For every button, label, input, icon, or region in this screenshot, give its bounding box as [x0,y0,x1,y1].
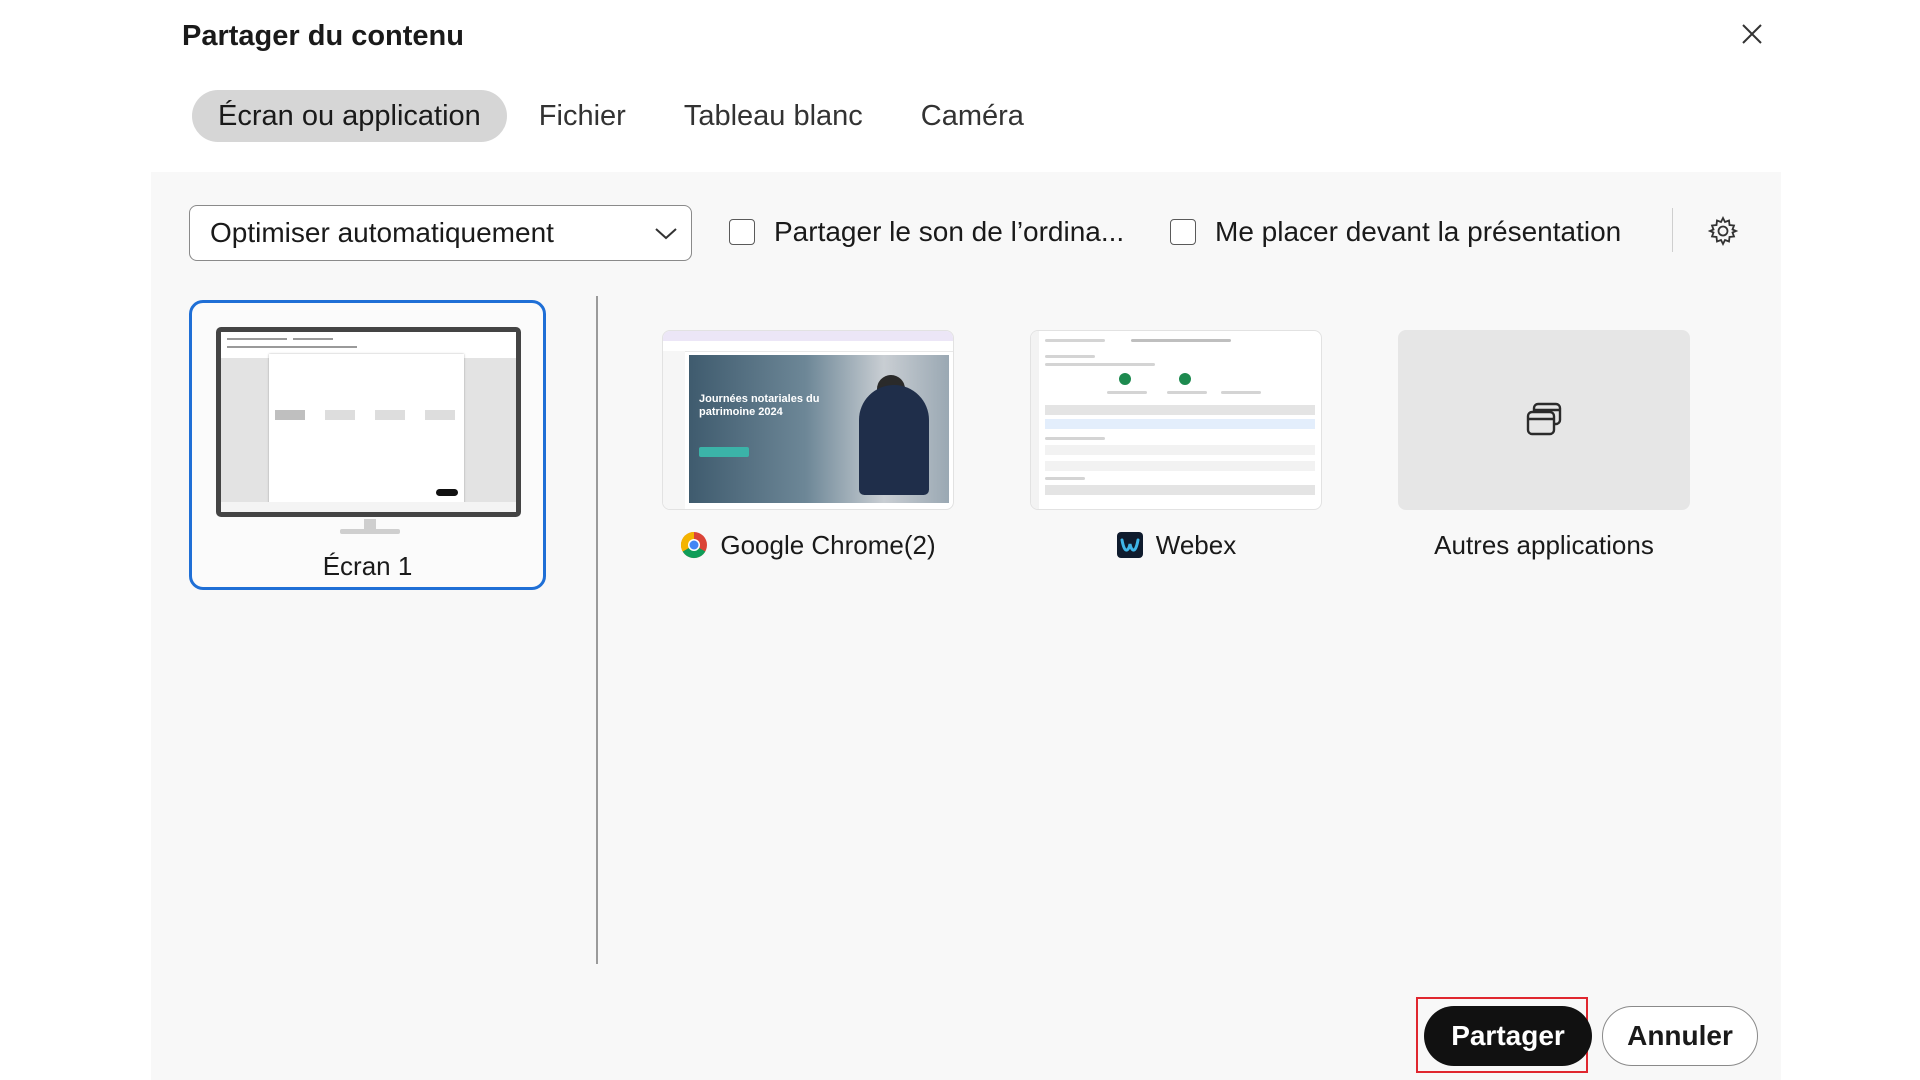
settings-button[interactable] [1706,214,1740,248]
chevron-down-icon [655,228,677,240]
chrome-icon [681,531,708,559]
app-other-applications[interactable]: Autres applications [1398,330,1690,562]
share-computer-sound-checkbox[interactable]: Partager le son de l’ordina... [729,214,1124,250]
tab-whiteboard[interactable]: Tableau blanc [658,90,889,142]
windows-stack-icon [1526,402,1562,436]
chrome-preview: Journées notariales du patrimoine 2024 [662,330,954,510]
optimize-select[interactable]: Optimiser automatiquement [189,205,692,261]
share-sound-label: Partager le son de l’ordina... [774,216,1125,247]
cancel-button[interactable]: Annuler [1602,1006,1758,1066]
webex-icon [1116,532,1143,558]
screen-1-preview [216,327,521,517]
app-google-chrome[interactable]: Journées notariales du patrimoine 2024 G… [662,330,954,562]
screen-1-label: Écran 1 [322,551,413,581]
chrome-label: Google Chrome(2) [720,529,936,560]
place-in-front-checkbox[interactable]: Me placer devant la présentation [1170,214,1621,250]
chrome-preview-title: Journées notariales du patrimoine 2024 [699,393,820,418]
app-webex[interactable]: Webex [1030,330,1322,562]
place-in-front-label: Me placer devant la présentation [1215,216,1622,247]
monitor-stand [364,519,376,529]
sources-divider [596,296,598,964]
tab-camera[interactable]: Caméra [895,90,1050,142]
other-applications-label: Autres applications [1434,529,1654,560]
webex-preview [1030,330,1322,510]
share-content-dialog: Partager du contenu Écran ou application… [0,0,1920,1080]
monitor-base [340,529,400,534]
tab-file[interactable]: Fichier [513,90,652,142]
close-button[interactable] [1732,14,1772,54]
screen-1-card[interactable]: Écran 1 [189,300,546,590]
close-icon [1742,24,1762,44]
dialog-title: Partager du contenu [182,20,464,52]
share-sound-box[interactable] [729,219,755,245]
toolbar-divider [1672,208,1673,252]
place-in-front-box[interactable] [1170,219,1196,245]
tab-bar: Écran ou application Fichier Tableau bla… [192,90,1056,142]
tab-screen-or-application[interactable]: Écran ou application [192,90,507,142]
share-button[interactable]: Partager [1424,1006,1592,1066]
webex-label: Webex [1155,529,1237,560]
gear-icon [1707,215,1739,247]
other-applications-preview [1398,330,1690,510]
optimize-select-value: Optimiser automatiquement [210,217,554,248]
